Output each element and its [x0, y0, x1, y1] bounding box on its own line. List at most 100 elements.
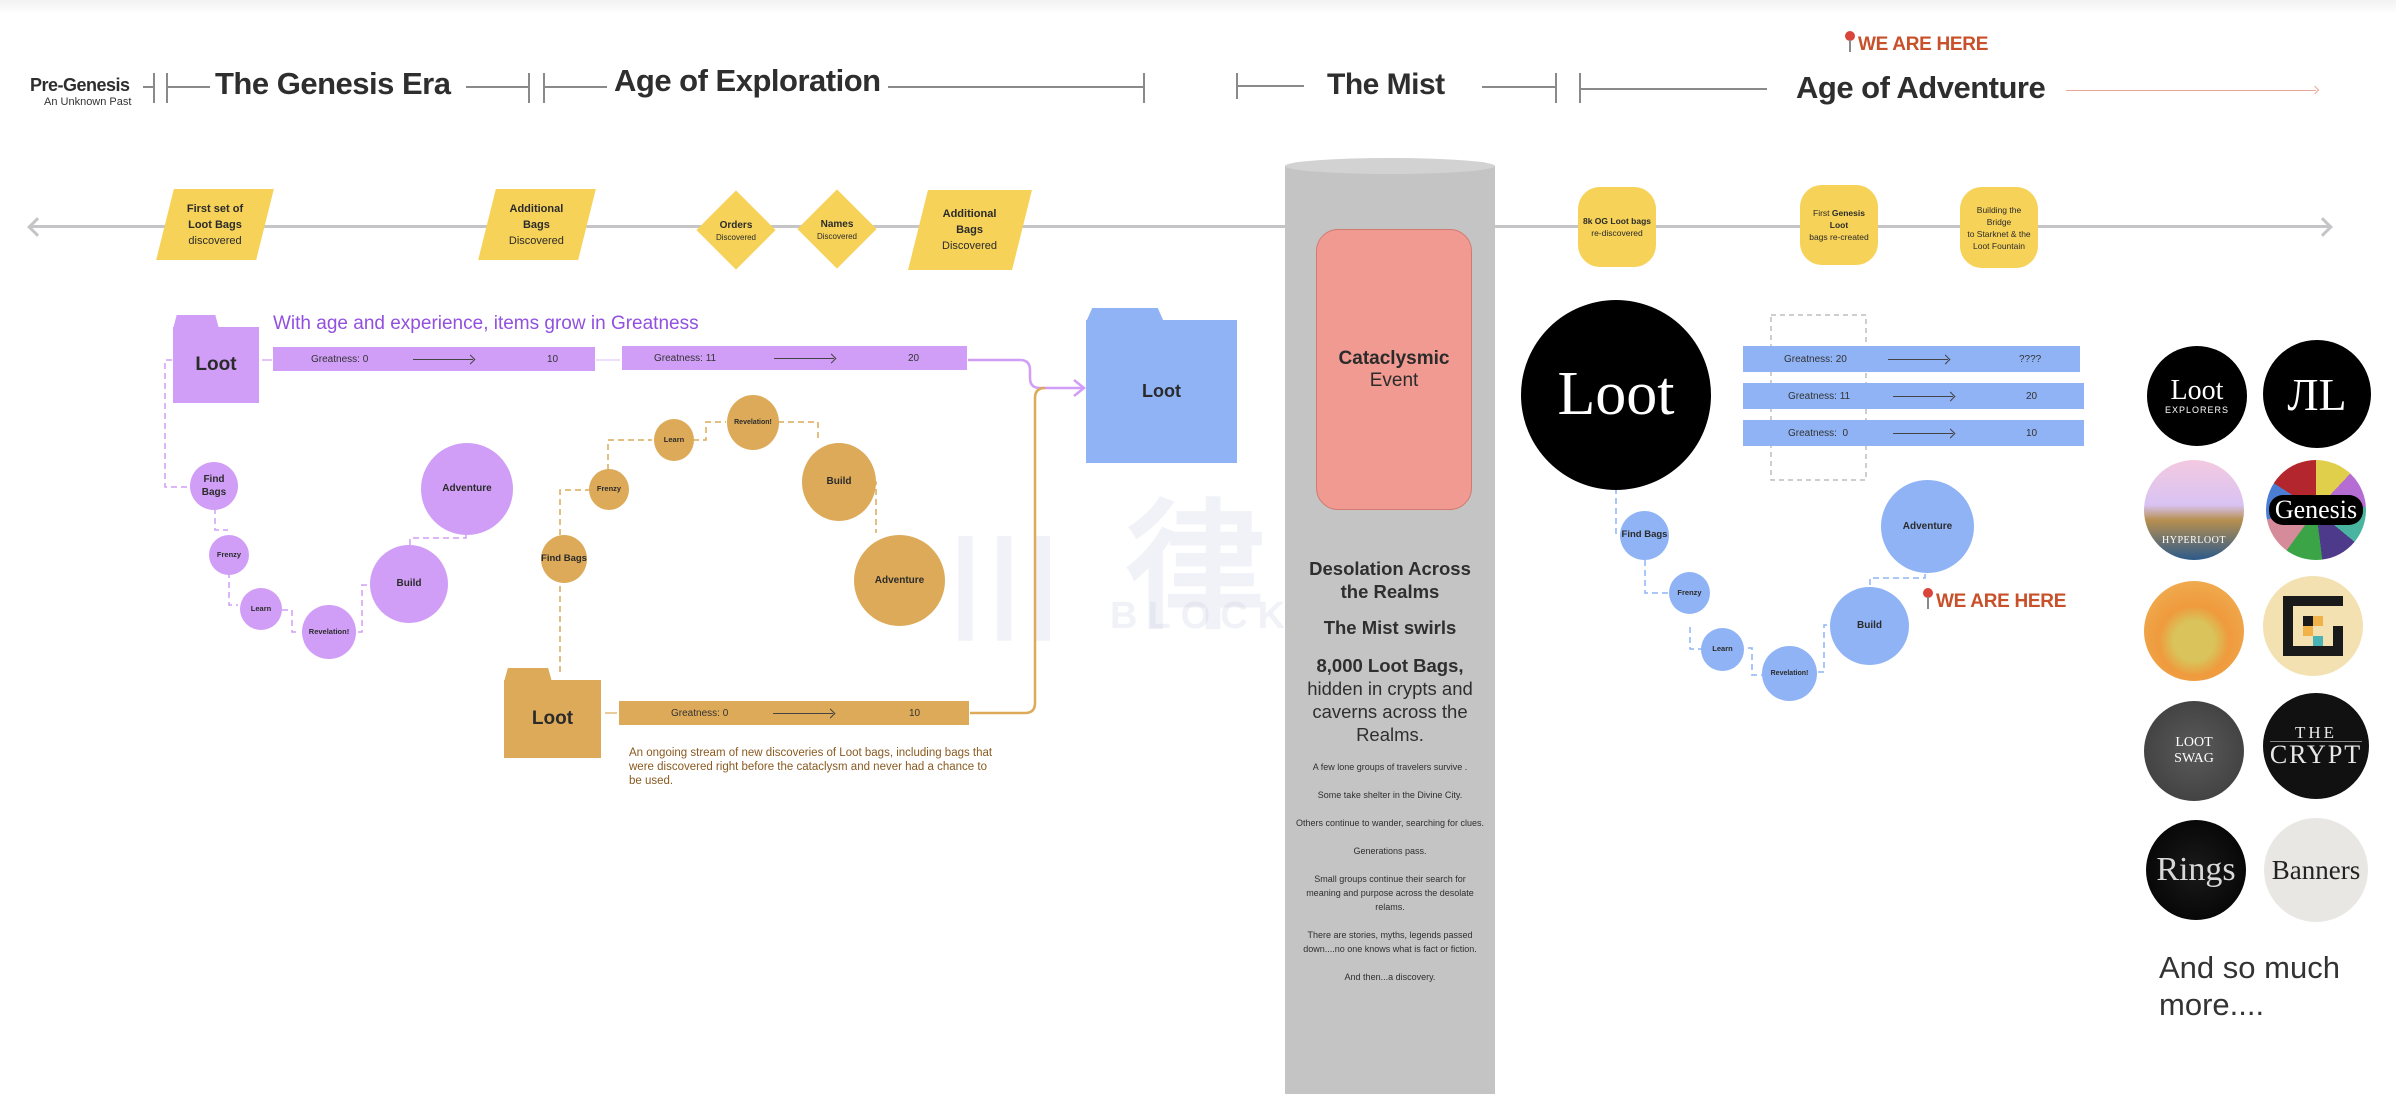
- mist-story-line: Some take shelter in the Divine City.: [1317, 790, 1463, 800]
- timeline-event-additional-bags-2[interactable]: Additional Bags Discovered: [908, 190, 1032, 270]
- connector-blue: [1644, 560, 1668, 594]
- greatness-bar: Greatness: 11 20: [1743, 383, 2084, 409]
- step-learn[interactable]: Learn: [654, 419, 694, 461]
- connector-purple: [228, 572, 238, 606]
- greatness-from: Greatness: 20: [1784, 353, 1847, 365]
- folder-label: Loot: [173, 327, 259, 403]
- arrow-right-icon: [774, 357, 834, 359]
- timeline-event-additional-bags-1[interactable]: Additional Bags Discovered: [478, 189, 596, 260]
- era-divider: [166, 86, 210, 88]
- era-divider: [1555, 73, 1557, 103]
- logo-rings[interactable]: Rings: [2146, 820, 2246, 920]
- arrow-right-icon: [2313, 217, 2333, 237]
- step-learn[interactable]: Learn: [240, 588, 282, 630]
- step-frenzy[interactable]: Frenzy: [1669, 572, 1710, 614]
- we-are-here-label: WE ARE HERE: [1858, 34, 1989, 55]
- mist-story-line: A few lone groups of travelers survive .: [1312, 762, 1468, 772]
- pixel-glyph-icon: [2283, 596, 2343, 656]
- greatness-to: 20: [908, 352, 920, 364]
- greatness-bar: Greatness: 0 10: [619, 701, 969, 725]
- loot-folder-genesis[interactable]: Loot: [173, 315, 259, 403]
- arrow-left-icon: [27, 217, 47, 237]
- folder-label: Loot: [504, 680, 601, 758]
- era-divider: [888, 86, 1144, 88]
- logo-pixel-glyph[interactable]: [2263, 576, 2363, 676]
- mist-story-line: There are stories, myths, legends passed…: [1303, 930, 1477, 954]
- era-divider: [1143, 73, 1145, 103]
- greatness-to: 10: [2026, 427, 2038, 439]
- era-divider: [543, 86, 607, 88]
- greatness-bar: Greatness: 0 10: [273, 347, 595, 371]
- mist-heading-desolation: Desolation Across the Realms: [1309, 558, 1471, 602]
- arrow-right-icon: [1073, 379, 1087, 397]
- logo-the-crypt[interactable]: THE CRYPT: [2263, 693, 2369, 799]
- logo-realms[interactable]: ЛL: [2263, 340, 2371, 448]
- logo-hyperloot[interactable]: HYPERLOOT: [2144, 460, 2244, 560]
- era-divider: [528, 73, 530, 103]
- step-find-bags[interactable]: Find Bags: [190, 462, 238, 510]
- step-learn[interactable]: Learn: [1701, 628, 1744, 671]
- step-find-bags[interactable]: Find Bags: [541, 535, 587, 583]
- cataclysmic-event-card[interactable]: Cataclysmic Event: [1316, 229, 1472, 510]
- timeline-event-starknet-bridge[interactable]: Building the Bridge to Starknet & the Loot…: [1960, 187, 2038, 268]
- step-build[interactable]: Build: [802, 443, 876, 521]
- era-divider: [543, 73, 545, 103]
- mist-story-line: Others continue to wander, searching for…: [1295, 818, 1485, 828]
- greatness-bar: Greatness: 20 ????: [1743, 346, 2080, 372]
- pin-icon: [1923, 588, 1933, 610]
- greatness-from: Greatness: 11: [1788, 390, 1851, 402]
- logo-loot-swag[interactable]: LOOT SWAG: [2144, 701, 2244, 801]
- step-revelation[interactable]: Revelation!: [1762, 646, 1817, 701]
- connector-blue: [1818, 624, 1830, 673]
- step-adventure[interactable]: Adventure: [1881, 480, 1974, 573]
- loot-folder-exploration[interactable]: Loot: [504, 668, 601, 758]
- logo-loot-explorers[interactable]: Loot EXPLORERS: [2147, 346, 2247, 446]
- arrow-right-icon: [2310, 85, 2320, 95]
- connector-gold: [778, 421, 819, 440]
- connector-purple: [358, 584, 370, 633]
- step-revelation[interactable]: Revelation!: [302, 605, 356, 659]
- step-adventure[interactable]: Adventure: [421, 443, 513, 535]
- timeline-event-og-bags[interactable]: 8k OG Loot bags re-discovered: [1578, 187, 1656, 267]
- step-revelation[interactable]: Revelation!: [727, 395, 779, 450]
- loot-folder-merged[interactable]: Loot: [1086, 308, 1237, 463]
- greatness-to: 20: [2026, 390, 2038, 402]
- step-build[interactable]: Build: [370, 545, 448, 623]
- greatness-from: Greatness: 11: [654, 352, 717, 364]
- era-divider: [466, 86, 528, 88]
- logo-hooded-figure[interactable]: [2144, 581, 2244, 681]
- era-exploration-title: Age of Exploration: [614, 63, 881, 98]
- greatness-from: Greatness: 0: [671, 707, 729, 719]
- logo-genesis[interactable]: Genesis: [2266, 460, 2366, 560]
- connector-blue: [1869, 570, 1926, 585]
- step-find-bags[interactable]: Find Bags: [1620, 511, 1669, 560]
- greatness-to: ????: [2019, 353, 2042, 365]
- greatness-to: 10: [909, 707, 921, 719]
- arrow-right-icon: [1888, 358, 1948, 360]
- mist-story-line: Small groups continue their search for m…: [1306, 874, 1474, 912]
- step-frenzy[interactable]: Frenzy: [589, 469, 629, 510]
- flow-connectors: [164, 314, 1926, 715]
- canvas-top-band: [0, 0, 2396, 14]
- era-pre-genesis-subtitle: An Unknown Past: [44, 96, 132, 108]
- era-future-line: [2066, 90, 2316, 91]
- timeline-event-genesis-loot[interactable]: First Genesis Loot bags re-created: [1800, 185, 1878, 265]
- mist-story: A few lone groups of travelers survive .…: [1285, 760, 1495, 984]
- step-build[interactable]: Build: [1830, 587, 1909, 665]
- era-adventure-title: Age of Adventure: [1796, 70, 2046, 105]
- arrow-right-icon: [1893, 395, 1953, 397]
- step-adventure[interactable]: Adventure: [854, 535, 945, 626]
- era-divider: [1236, 85, 1304, 87]
- connector-gold-merge: [970, 386, 1046, 715]
- logo-banners[interactable]: Banners: [2264, 818, 2368, 922]
- timeline-event-names-label: Names Discovered: [816, 219, 857, 241]
- connector-purple-merge: [968, 358, 1082, 390]
- exploration-note: An ongoing stream of new discoveries of …: [629, 747, 993, 787]
- loot-logo[interactable]: Loot: [1521, 300, 1711, 490]
- era-genesis-title: The Genesis Era: [215, 66, 451, 101]
- step-frenzy[interactable]: Frenzy: [209, 535, 249, 575]
- timeline-event-first-bags[interactable]: First set of Loot Bags discovered: [156, 189, 274, 260]
- era-divider: [166, 73, 168, 103]
- era-divider: [153, 73, 155, 103]
- connector-blue: [1748, 647, 1762, 676]
